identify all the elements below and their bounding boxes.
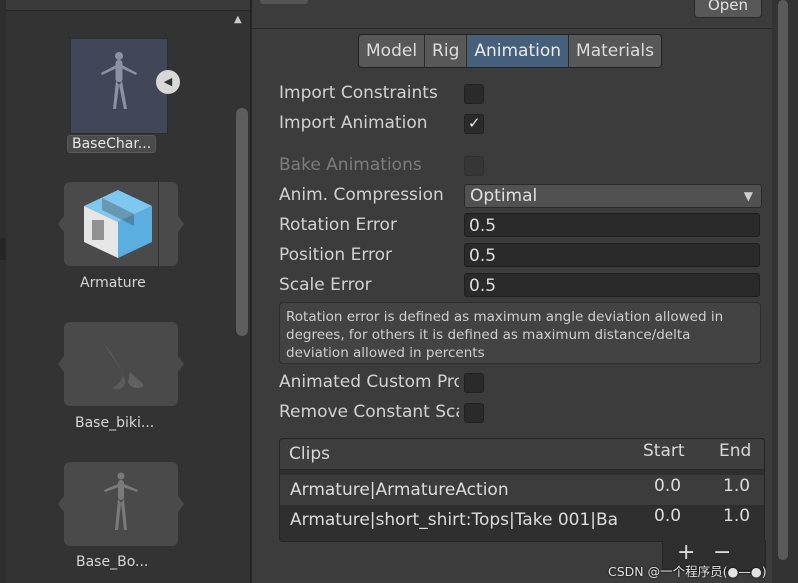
anim-compression-dropdown[interactable]: Optimal ▼ <box>464 184 762 208</box>
asset-thumbnail-basechar[interactable] <box>70 38 168 134</box>
scale-error-label: Scale Error <box>279 275 372 295</box>
tile-notch-left <box>58 496 64 512</box>
clips-header-end: End <box>719 441 752 461</box>
inspector-scrollbar-thumb[interactable] <box>778 0 788 560</box>
asset-tile-base-bikini[interactable] <box>58 322 184 406</box>
clip-end: 1.0 <box>723 476 751 496</box>
clip-name: Armature|short_shirt:Tops|Take 001|BaseL… <box>290 510 618 530</box>
animated-custom-properties-checkbox[interactable] <box>464 373 484 393</box>
scale-error-input[interactable]: 0.5 <box>464 273 760 297</box>
import-constraints-label: Import Constraints <box>279 83 438 103</box>
tile-notch-left <box>58 356 64 372</box>
project-assets-pane: ▲ ◀ BaseChar... Armature Base_biki... Ba… <box>6 0 250 583</box>
clip-start: 0.0 <box>654 476 682 496</box>
clip-row[interactable]: Armature|ArmatureAction 0.0 1.0 <box>280 475 764 505</box>
clip-row[interactable]: Armature|short_shirt:Tops|Take 001|BaseL… <box>280 505 764 535</box>
asset-tile-armature[interactable] <box>58 182 184 266</box>
project-pane-top-edge <box>6 0 250 11</box>
clips-header-title: Clips <box>289 444 330 464</box>
clip-start: 0.0 <box>654 506 682 526</box>
asset-label-basechar[interactable]: BaseChar... <box>67 135 157 153</box>
remove-constant-scale-checkbox[interactable] <box>464 403 484 423</box>
import-constraints-checkbox[interactable] <box>464 84 484 104</box>
bake-animations-checkbox <box>464 156 484 176</box>
asset-label-armature[interactable]: Armature <box>80 275 146 291</box>
import-settings-tabs: Model Rig Animation Materials <box>358 34 662 68</box>
checkmark-icon: ✓ <box>468 114 481 132</box>
triangle-left-icon: ◀ <box>163 75 173 88</box>
tile-divider <box>158 182 159 266</box>
import-animation-label: Import Animation <box>279 113 428 133</box>
clips-list: Clips Start End Armature|ArmatureAction … <box>279 438 765 542</box>
expand-asset-button[interactable]: ◀ <box>156 70 180 94</box>
tab-materials[interactable]: Materials <box>569 35 661 67</box>
rotation-error-input[interactable]: 0.5 <box>464 213 760 237</box>
import-animation-checkbox[interactable]: ✓ <box>464 114 484 134</box>
animated-custom-properties-label: Animated Custom Properties <box>279 372 459 392</box>
clips-list-header: Clips Start End <box>280 439 764 470</box>
scroll-up-arrow-icon[interactable]: ▲ <box>234 14 242 25</box>
humanoid-mesh-thumbnail-icon <box>104 472 138 530</box>
tab-rig[interactable]: Rig <box>425 35 468 67</box>
clips-header-start: Start <box>643 441 685 461</box>
humanoid-model-thumbnail-icon <box>101 52 137 109</box>
header-stub-button[interactable] <box>260 0 308 4</box>
tile-notch-right <box>178 356 184 372</box>
tab-model[interactable]: Model <box>359 35 426 67</box>
rotation-error-label: Rotation Error <box>279 215 397 235</box>
clip-end: 1.0 <box>723 506 751 526</box>
position-error-input[interactable]: 0.5 <box>464 243 760 267</box>
mesh-thumbnail-icon <box>104 344 144 390</box>
tile-notch-right <box>178 496 184 512</box>
anim-compression-value: Optimal <box>470 186 538 206</box>
position-error-label: Position Error <box>279 245 393 265</box>
inspector-header: Open <box>252 0 772 29</box>
asset-label-base-bikini[interactable]: Base_biki... <box>75 415 154 431</box>
prefab-cube-icon <box>84 190 152 258</box>
csdn-watermark: CSDN @一个程序员(●—●) <box>608 564 767 579</box>
tab-animation[interactable]: Animation <box>467 35 570 67</box>
open-button[interactable]: Open <box>694 0 762 18</box>
tile-notch-right <box>178 216 184 232</box>
asset-label-base-body[interactable]: Base_Bo... <box>76 554 148 570</box>
tile-notch-left <box>58 216 64 232</box>
anim-compression-label: Anim. Compression <box>279 185 444 205</box>
bake-animations-label: Bake Animations <box>279 155 422 175</box>
asset-tile-base-body[interactable] <box>58 462 184 546</box>
remove-constant-scale-label: Remove Constant Scale Curves <box>279 402 459 422</box>
clip-name: Armature|ArmatureAction <box>290 480 509 500</box>
dropdown-arrow-icon: ▼ <box>743 189 753 203</box>
inspector-panel: Open Model Rig Animation Materials Impor… <box>252 0 772 583</box>
project-scrollbar-thumb[interactable] <box>236 108 248 336</box>
compression-help-box: Rotation error is defined as maximum ang… <box>279 302 761 364</box>
